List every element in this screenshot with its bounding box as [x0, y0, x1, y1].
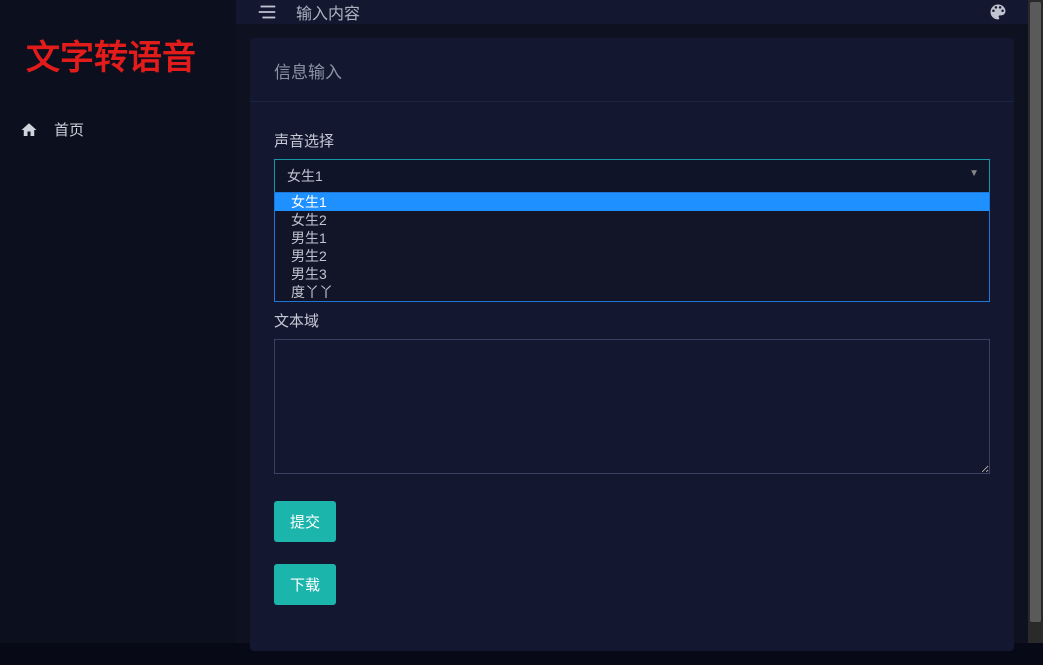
sidebar-item-home[interactable]: 首页 [0, 109, 236, 150]
scrollbar[interactable] [1028, 0, 1043, 643]
submit-button[interactable]: 提交 [274, 501, 336, 542]
breadcrumb: 输入内容 [296, 0, 360, 24]
header-left: 输入内容 [256, 0, 360, 24]
menu-toggle-icon[interactable] [256, 1, 278, 23]
voice-select-label: 声音选择 [274, 130, 990, 151]
voice-select-wrapper: 女生1 ▼ 女生1 女生2 男生1 男生2 男生3 度丫丫 [274, 159, 990, 302]
card-body: 声音选择 女生1 ▼ 女生1 女生2 男生1 男生2 男生3 度丫丫 [250, 102, 1014, 651]
sidebar-item-label: 首页 [54, 119, 84, 140]
voice-option[interactable]: 男生2 [275, 247, 989, 265]
chevron-down-icon: ▼ [969, 168, 979, 179]
main-area: 输入内容 信息输入 声音选择 女生1 ▼ 女生1 [236, 0, 1028, 643]
card: 信息输入 声音选择 女生1 ▼ 女生1 女生2 男生1 男生2 [250, 38, 1014, 651]
app-logo: 文字转语音 [0, 20, 236, 109]
text-input[interactable] [274, 339, 990, 474]
voice-select[interactable]: 女生1 ▼ [274, 159, 990, 192]
header: 输入内容 [236, 0, 1028, 24]
sidebar: 文字转语音 首页 [0, 0, 236, 643]
scrollbar-thumb[interactable] [1030, 2, 1041, 622]
download-button[interactable]: 下载 [274, 564, 336, 605]
voice-option[interactable]: 男生3 [275, 265, 989, 283]
card-title: 信息输入 [250, 38, 1014, 102]
voice-option[interactable]: 男生1 [275, 229, 989, 247]
home-icon [20, 121, 38, 139]
voice-option[interactable]: 度丫丫 [275, 283, 989, 301]
voice-dropdown-list: 女生1 女生2 男生1 男生2 男生3 度丫丫 [274, 192, 990, 302]
textarea-label: 文本域 [274, 310, 990, 331]
palette-icon[interactable] [988, 2, 1008, 22]
content: 信息输入 声音选择 女生1 ▼ 女生1 女生2 男生1 男生2 [236, 24, 1028, 665]
voice-option[interactable]: 女生1 [275, 193, 989, 211]
voice-select-value: 女生1 [287, 168, 323, 184]
voice-option[interactable]: 女生2 [275, 211, 989, 229]
